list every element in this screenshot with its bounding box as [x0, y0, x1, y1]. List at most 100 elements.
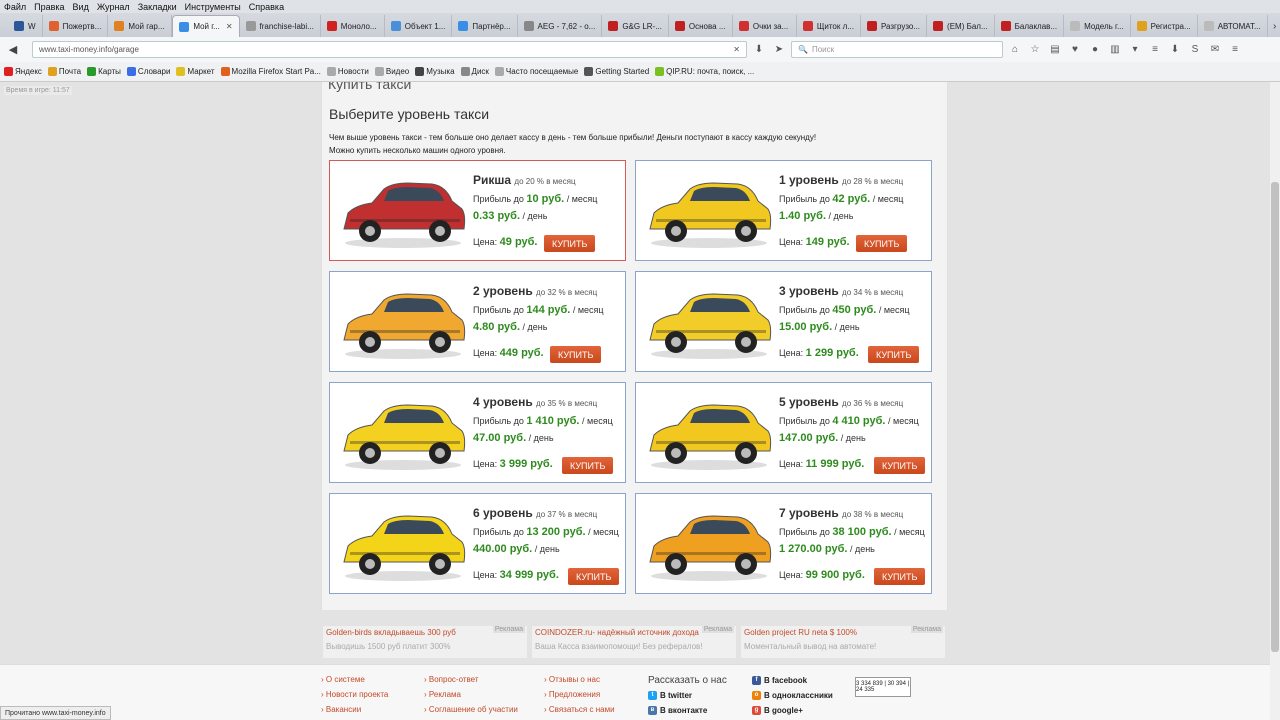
menu-item[interactable]: Правка	[30, 2, 68, 12]
buy-button[interactable]: КУПИТЬ	[874, 457, 926, 474]
browser-tab[interactable]: G&G LR-...	[602, 15, 669, 37]
footer-link[interactable]: Предложения	[544, 690, 600, 699]
bookmark-icon	[415, 67, 425, 76]
bookmark-star-icon[interactable]: ☆	[1027, 42, 1043, 58]
bookmark-item[interactable]: Музыка	[415, 67, 455, 76]
ad-title[interactable]: Golden project RU neta $ 100%	[744, 628, 857, 637]
buy-button[interactable]: КУПИТЬ	[550, 346, 602, 363]
share-link[interactable]: оВ одноклассники	[752, 691, 833, 700]
footer-link[interactable]: Вакансии	[321, 705, 361, 714]
url-field[interactable]: www.taxi-money.info/garage ✕	[32, 41, 747, 58]
profit-day-value: 47.00 руб.	[473, 432, 527, 444]
ad-block[interactable]: COINDOZER.ru- надёжный источник дохода Ва…	[532, 626, 736, 658]
browser-tab[interactable]: Разгрузо...	[861, 15, 928, 37]
notification-icon[interactable]: ✉	[1207, 42, 1223, 58]
browser-tab[interactable]: Очки за...	[733, 15, 797, 37]
price-line: Цена: 3 999 руб.	[473, 458, 553, 470]
browser-tab[interactable]: Мой гар...	[108, 15, 173, 37]
ad-block[interactable]: Golden project RU neta $ 100% Моментальны…	[741, 626, 945, 658]
share-link[interactable]: gВ google+	[752, 706, 803, 715]
bookmark-item[interactable]: Почта	[47, 67, 81, 76]
download-icon[interactable]: ⬇	[751, 42, 767, 58]
price-line: Цена: 149 руб.	[779, 236, 850, 248]
browser-tab[interactable]: Моноло...	[321, 15, 385, 37]
browser-tab[interactable]: AEG - 7,62 - о...	[518, 15, 603, 37]
browser-tab[interactable]: Пожертв...	[43, 15, 109, 37]
tab-active[interactable]: Мой г... ✕	[172, 15, 240, 37]
browser-tab[interactable]: franchise-labi...	[240, 15, 321, 37]
tab-label: Мой г...	[193, 22, 220, 31]
per-month-label: / месяц	[588, 527, 619, 537]
buy-button[interactable]: КУПИТЬ	[856, 235, 908, 252]
footer-link[interactable]: Реклама	[424, 690, 461, 699]
menu-icon[interactable]: ≡	[1147, 42, 1163, 58]
share-link[interactable]: tВ twitter	[648, 691, 692, 700]
footer-link[interactable]: Новости проекта	[321, 690, 388, 699]
ad-block[interactable]: Golden-birds вкладываешь 300 руб Выводишь…	[323, 626, 527, 658]
menu-item[interactable]: Инструменты	[181, 2, 245, 12]
ad-title[interactable]: Golden-birds вкладываешь 300 руб	[326, 628, 456, 637]
ad-tag: Реклама	[701, 626, 734, 633]
addon-icon[interactable]: ●	[1087, 42, 1103, 58]
profit-month-value: 38 100 руб.	[832, 526, 892, 538]
clear-url-icon[interactable]: ✕	[733, 45, 740, 54]
browser-tab[interactable]: Регистра...	[1131, 15, 1198, 37]
browser-tab[interactable]: Основа ...	[669, 15, 733, 37]
menu-item[interactable]: Вид	[69, 2, 93, 12]
clipboard-icon[interactable]: ▥	[1107, 42, 1123, 58]
bookmark-item[interactable]: Видео	[374, 67, 409, 76]
buy-button[interactable]: КУПИТЬ	[868, 346, 920, 363]
browser-tab[interactable]: (ЕМ) Бал...	[927, 15, 995, 37]
bookmark-icon	[374, 67, 384, 76]
share-link[interactable]: fВ facebook	[752, 676, 807, 685]
download-addon-icon[interactable]: ⬇	[1167, 42, 1183, 58]
library-icon[interactable]: ▤	[1047, 42, 1063, 58]
buy-button[interactable]: КУПИТЬ	[544, 235, 596, 252]
scrollbar-thumb[interactable]	[1271, 182, 1279, 652]
bookmark-item[interactable]: Словари	[126, 67, 170, 76]
bookmark-item[interactable]: Яндекс	[4, 67, 42, 76]
footer-link[interactable]: Вопрос-ответ	[424, 675, 479, 684]
browser-tab[interactable]: Модель г...	[1064, 15, 1131, 37]
skype-icon[interactable]: S	[1187, 42, 1203, 58]
browser-tab[interactable]: АВТОМАТ...	[1198, 15, 1268, 37]
bookmark-item[interactable]: Mozilla Firefox Start Pa...	[220, 67, 321, 76]
tabs-scroll-right-icon[interactable]: ›	[1268, 15, 1280, 37]
buy-button[interactable]: КУПИТЬ	[562, 457, 614, 474]
footer-link[interactable]: Отзывы о нас	[544, 675, 600, 684]
hamburger-menu-icon[interactable]: ≡	[1227, 42, 1243, 58]
bookmark-item[interactable]: Часто посещаемые	[494, 67, 578, 76]
bookmark-item[interactable]: Новости	[326, 67, 369, 76]
bookmark-item[interactable]: Диск	[460, 67, 489, 76]
back-icon[interactable]: ◀	[4, 41, 22, 59]
footer-link[interactable]: Соглашение об участии	[424, 705, 518, 714]
home-icon[interactable]: ⌂	[1007, 42, 1023, 58]
footer-link[interactable]: Связаться с нами	[544, 705, 615, 714]
profit-day-line: 0.33 руб. / день	[473, 210, 547, 222]
bookmark-item[interactable]: Getting Started	[584, 67, 649, 76]
buy-button[interactable]: КУПИТЬ	[874, 568, 926, 585]
pocket-icon[interactable]: ♥	[1067, 42, 1083, 58]
send-icon[interactable]: ➤	[771, 42, 787, 58]
bookmark-item[interactable]: Карты	[87, 67, 121, 76]
footer-link[interactable]: О системе	[321, 675, 365, 684]
profit-day-value: 15.00 руб.	[779, 321, 833, 333]
browser-tab[interactable]: W	[8, 15, 43, 37]
search-input[interactable]: 🔍 Поиск	[791, 41, 1003, 58]
share-link[interactable]: вВ вконтакте	[648, 706, 707, 715]
buy-button[interactable]: КУПИТЬ	[568, 568, 620, 585]
close-tab-icon[interactable]: ✕	[226, 22, 233, 31]
browser-tab[interactable]: Балаклав...	[995, 15, 1065, 37]
bookmark-item[interactable]: Маркет	[176, 67, 215, 76]
menu-item[interactable]: Справка	[245, 2, 288, 12]
browser-tab[interactable]: Щиток л...	[797, 15, 861, 37]
menu-item[interactable]: Журнал	[93, 2, 134, 12]
browser-tab[interactable]: Партнёр...	[452, 15, 518, 37]
dropdown-icon[interactable]: ▾	[1127, 42, 1143, 58]
ad-title[interactable]: COINDOZER.ru- надёжный источник дохода	[535, 628, 699, 637]
browser-tab[interactable]: Объект 1...	[385, 15, 453, 37]
menu-item[interactable]: Закладки	[134, 2, 181, 12]
bookmark-item[interactable]: QIP.RU: почта, поиск, ...	[655, 67, 754, 76]
share-label: В facebook	[764, 676, 808, 685]
menu-item[interactable]: Файл	[0, 2, 30, 12]
